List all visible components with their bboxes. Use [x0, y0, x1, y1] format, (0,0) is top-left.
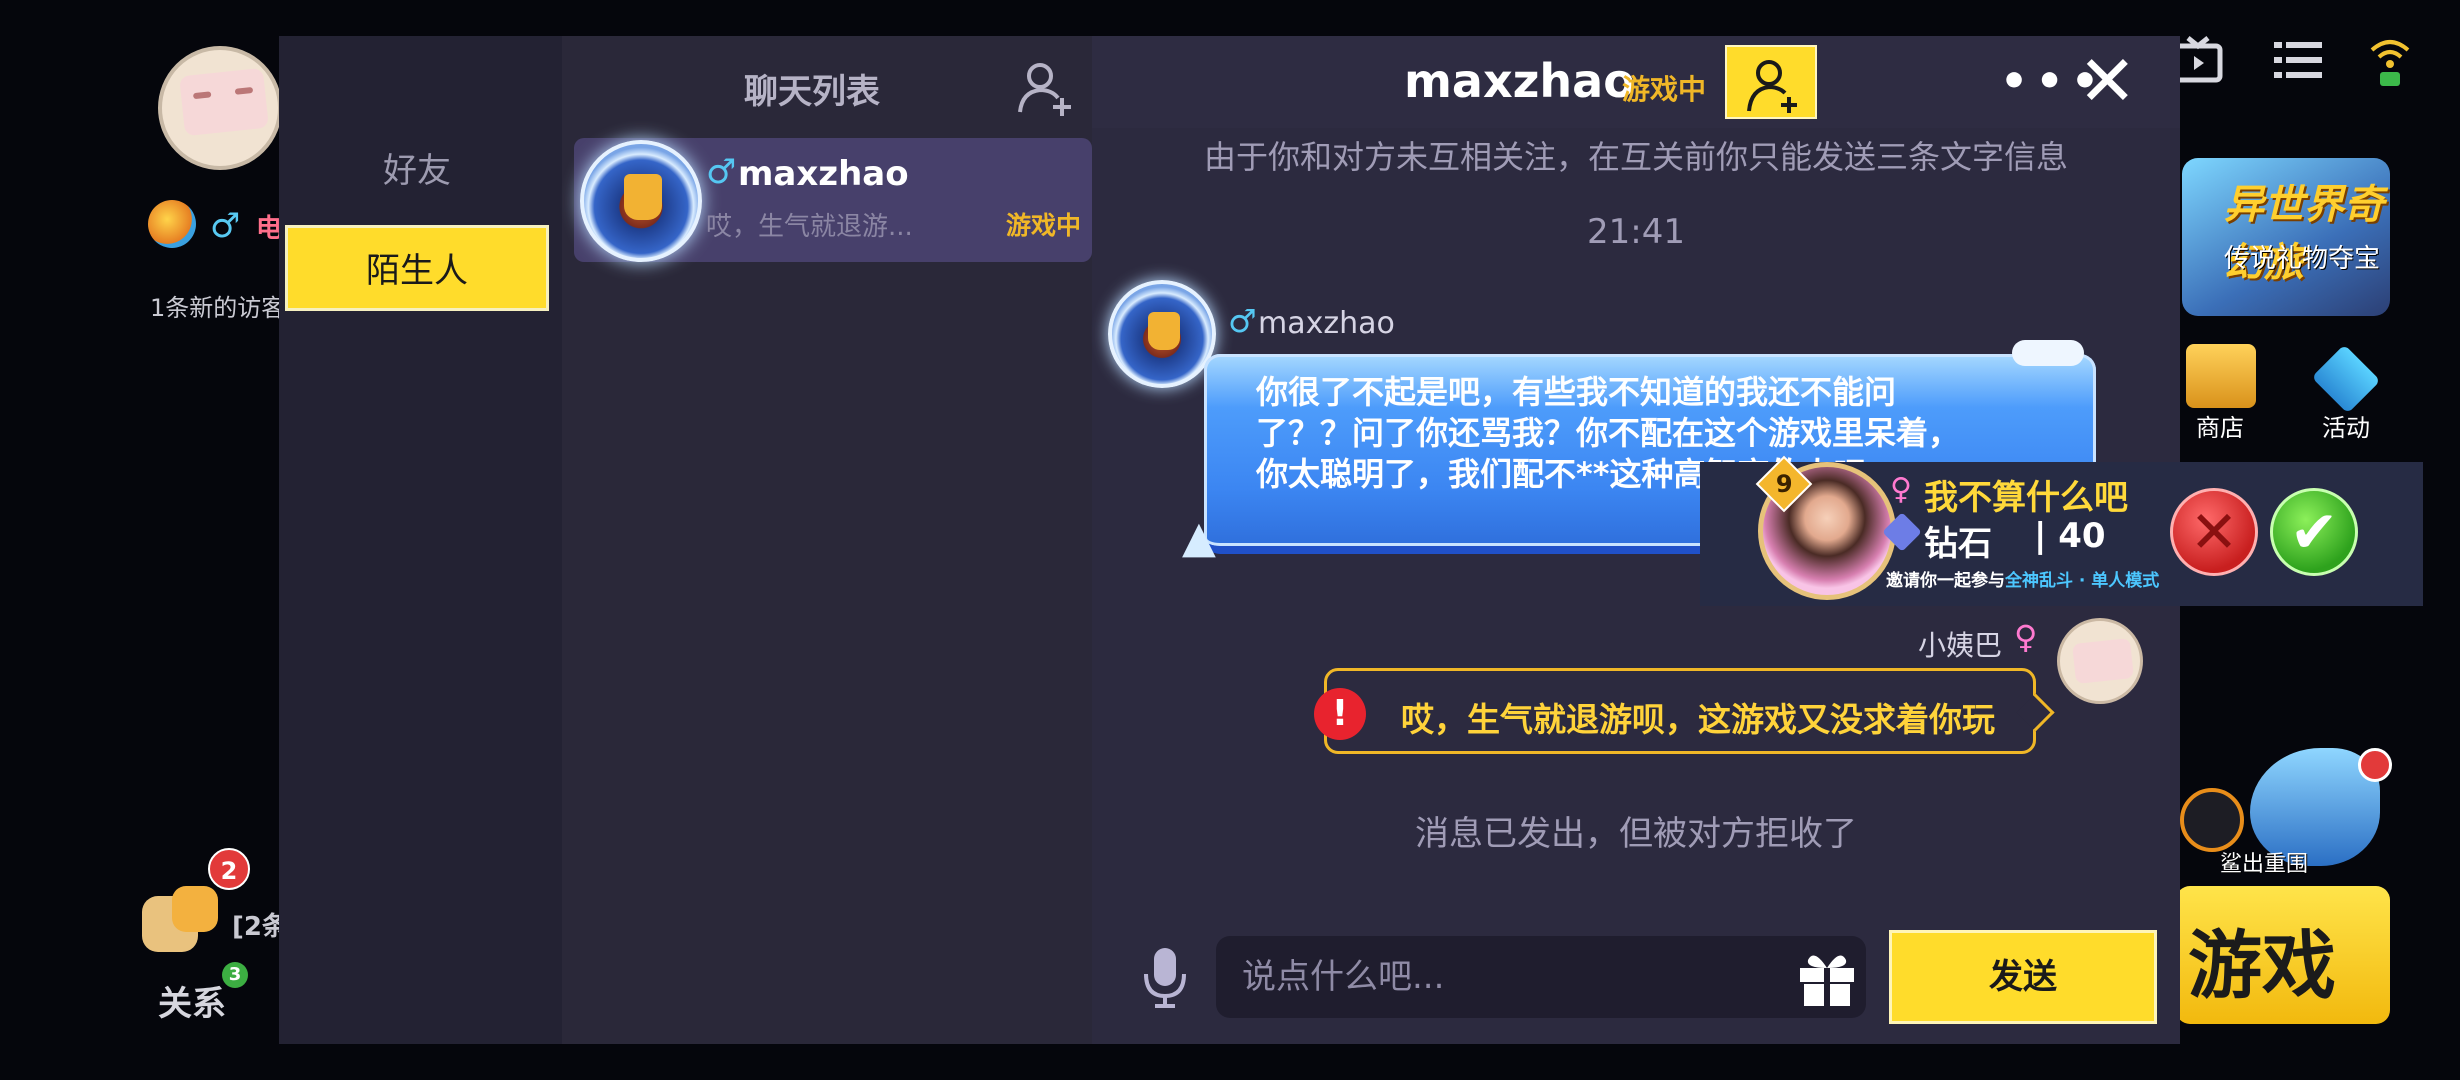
tab-friends[interactable]: 好友 [285, 128, 549, 214]
male-icon: ♂ [1228, 302, 1257, 340]
avatar[interactable] [2057, 618, 2143, 704]
follow-button[interactable] [1725, 45, 1817, 119]
tab-strangers[interactable]: 陌生人 [285, 225, 549, 311]
shark-mode-label: 鲨出重围 [2220, 852, 2309, 877]
decline-button[interactable]: ✕ [2170, 488, 2258, 576]
invite-text: 邀请你一起参与全神乱斗 · 单人模式 [1886, 566, 2159, 591]
relations-tab[interactable]: 关系 [158, 976, 226, 1025]
notification-dot [2358, 748, 2392, 782]
rejected-notice: 消息已发出，但被对方拒收了 [1415, 814, 1857, 854]
event-card-subtitle: 传说礼物夺宝 [2224, 244, 2381, 274]
friend-category-sidebar: 好友 陌生人 [279, 36, 562, 1044]
accept-button[interactable]: ✔ [2270, 488, 2358, 576]
bomb-icon [2180, 788, 2244, 852]
activity-icon[interactable] [2311, 344, 2381, 414]
activity-label: 活动 [2322, 414, 2370, 442]
snow-decoration-icon [2012, 340, 2084, 366]
invite-text-prefix: 邀请你一起参与 [1886, 571, 2005, 591]
pets-count-badge: 2 [208, 848, 250, 890]
shop-icon[interactable] [2186, 344, 2256, 408]
chat-list-panel: 聊天列表 ♂ maxzhao 哎，生气就退游... 游戏中 [562, 36, 1092, 1044]
tree-decoration-icon: ▲ [1182, 512, 1216, 563]
shark-mode-card[interactable]: 鲨出重围 [2180, 748, 2392, 878]
sender-name: maxzhao [1258, 306, 1395, 341]
message-timestamp: 21:41 [1587, 212, 1685, 252]
list-icon[interactable] [2272, 34, 2324, 99]
list-item[interactable]: ♂ maxzhao 哎，生气就退游... 游戏中 [574, 138, 1092, 262]
status-badge: 游戏中 [1006, 211, 1082, 240]
chat-list-title: 聊天列表 [744, 72, 880, 112]
event-card-fantasy[interactable]: 异世界奇幻旅 传说礼物夺宝 [2182, 158, 2390, 316]
conversation-preview: 哎，生气就退游... [706, 212, 913, 242]
follow-restriction-notice: 由于你和对方未互相关注，在互关前你只能发送三条文字信息 [1203, 138, 2068, 176]
medal-icon [148, 200, 196, 248]
rank-number: 40 [2058, 516, 2106, 556]
game-invite-toast: 9 ♀ 我不算什么吧 钻石 | 40 邀请你一起参与全神乱斗 · 单人模式 ✕ … [1700, 455, 2423, 606]
outgoing-message-text: 哎，生气就退游呗，这游戏又没求着你玩 [1401, 700, 1995, 739]
shop-label: 商店 [2196, 414, 2244, 442]
avatar[interactable] [1108, 280, 1216, 388]
status-badge: 游戏中 [1622, 73, 1707, 106]
start-game-label: 游戏 [2188, 923, 2336, 1009]
message-input[interactable] [1242, 950, 1782, 1004]
rank-label: 钻石 [1924, 524, 1992, 564]
gift-icon[interactable] [1794, 946, 1860, 1008]
visitors-text[interactable]: 1条新的访客 [150, 288, 285, 323]
outgoing-message-bubble: 哎，生气就退游呗，这游戏又没求着你玩 [1324, 668, 2036, 754]
close-icon[interactable]: ✕ [2078, 46, 2137, 116]
level-value: 9 [1775, 469, 1793, 498]
conversation-name: maxzhao [738, 154, 909, 194]
sender-name: 小姨巴 [1918, 629, 2003, 662]
wifi-icon [2368, 34, 2412, 103]
avatar [580, 140, 702, 262]
male-icon: ♂ [210, 206, 241, 246]
message-input-box [1216, 936, 1866, 1018]
send-button[interactable]: 发送 [1889, 930, 2157, 1024]
rank-value: | 40 [2034, 516, 2106, 556]
invite-game-mode: 全神乱斗 · 单人模式 [2005, 571, 2160, 591]
male-icon: ♂ [706, 152, 737, 192]
female-icon: ♀ [2014, 618, 2038, 656]
chat-header: maxzhao 游戏中 • • • ✕ [1092, 36, 2180, 128]
page-title: maxzhao [1404, 54, 1635, 108]
microphone-icon[interactable] [1140, 942, 1190, 1012]
profile-avatar[interactable] [158, 46, 282, 170]
error-icon[interactable]: ! [1314, 688, 1366, 740]
add-friend-icon[interactable] [1016, 58, 1078, 120]
female-icon: ♀ [1890, 472, 1912, 507]
start-game-button[interactable]: 游戏 [2176, 886, 2390, 1024]
inviter-name: 我不算什么吧 [1924, 478, 2128, 518]
relations-badge: 3 [222, 962, 248, 988]
